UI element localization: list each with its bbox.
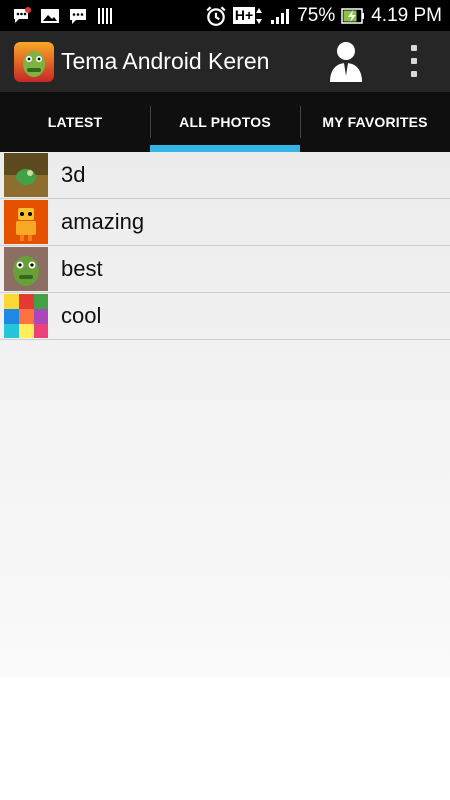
status-bar: H+ 75% 4.19 PM: [0, 0, 450, 31]
tab-latest[interactable]: LATEST: [0, 92, 150, 152]
category-thumbnail-amazing: [4, 200, 48, 244]
tab-label: ALL PHOTOS: [179, 114, 271, 130]
signal-icon: [271, 8, 290, 24]
app-title: Tema Android Keren: [61, 48, 270, 74]
list-item[interactable]: 3d: [0, 152, 450, 199]
battery-percentage: 75%: [297, 4, 336, 26]
overflow-menu-icon[interactable]: [400, 45, 428, 77]
tab-label: LATEST: [47, 114, 103, 130]
list-item-label: 3d: [61, 162, 86, 187]
list-item[interactable]: amazing: [0, 199, 450, 246]
gallery-notification-icon: [41, 8, 59, 23]
category-thumbnail-cool: [4, 294, 48, 338]
tab-bar: LATEST ALL PHOTOS MY FAVORITES: [0, 92, 450, 152]
chat-notification-icon: [14, 6, 31, 23]
category-list: 3d amazing best cool: [0, 152, 450, 677]
tab-my-favorites[interactable]: MY FAVORITES: [300, 92, 450, 152]
category-thumbnail-3d: [4, 153, 48, 197]
tab-all-photos[interactable]: ALL PHOTOS: [150, 92, 300, 152]
action-bar: Tema Android Keren: [0, 31, 450, 92]
message-notification-icon: [70, 8, 86, 24]
list-item-label: best: [61, 256, 103, 281]
barcode-notification-icon: [98, 7, 112, 24]
network-type: H+: [232, 7, 256, 24]
alarm-icon: [206, 5, 226, 26]
data-arrows-icon: [256, 7, 263, 24]
network-type-icon: H+: [232, 7, 263, 25]
app-logo-icon[interactable]: [14, 41, 54, 82]
list-item-label: cool: [61, 303, 102, 328]
list-item-label: amazing: [61, 209, 145, 234]
tab-label: MY FAVORITES: [322, 114, 428, 130]
battery-charging-icon: [341, 7, 365, 24]
person-icon[interactable]: [328, 40, 364, 82]
selected-tab-indicator: [150, 145, 300, 152]
category-thumbnail-best: [4, 247, 48, 291]
list-item[interactable]: cool: [0, 293, 450, 340]
list-item[interactable]: best: [0, 246, 450, 293]
clock: 4.19 PM: [371, 4, 442, 26]
